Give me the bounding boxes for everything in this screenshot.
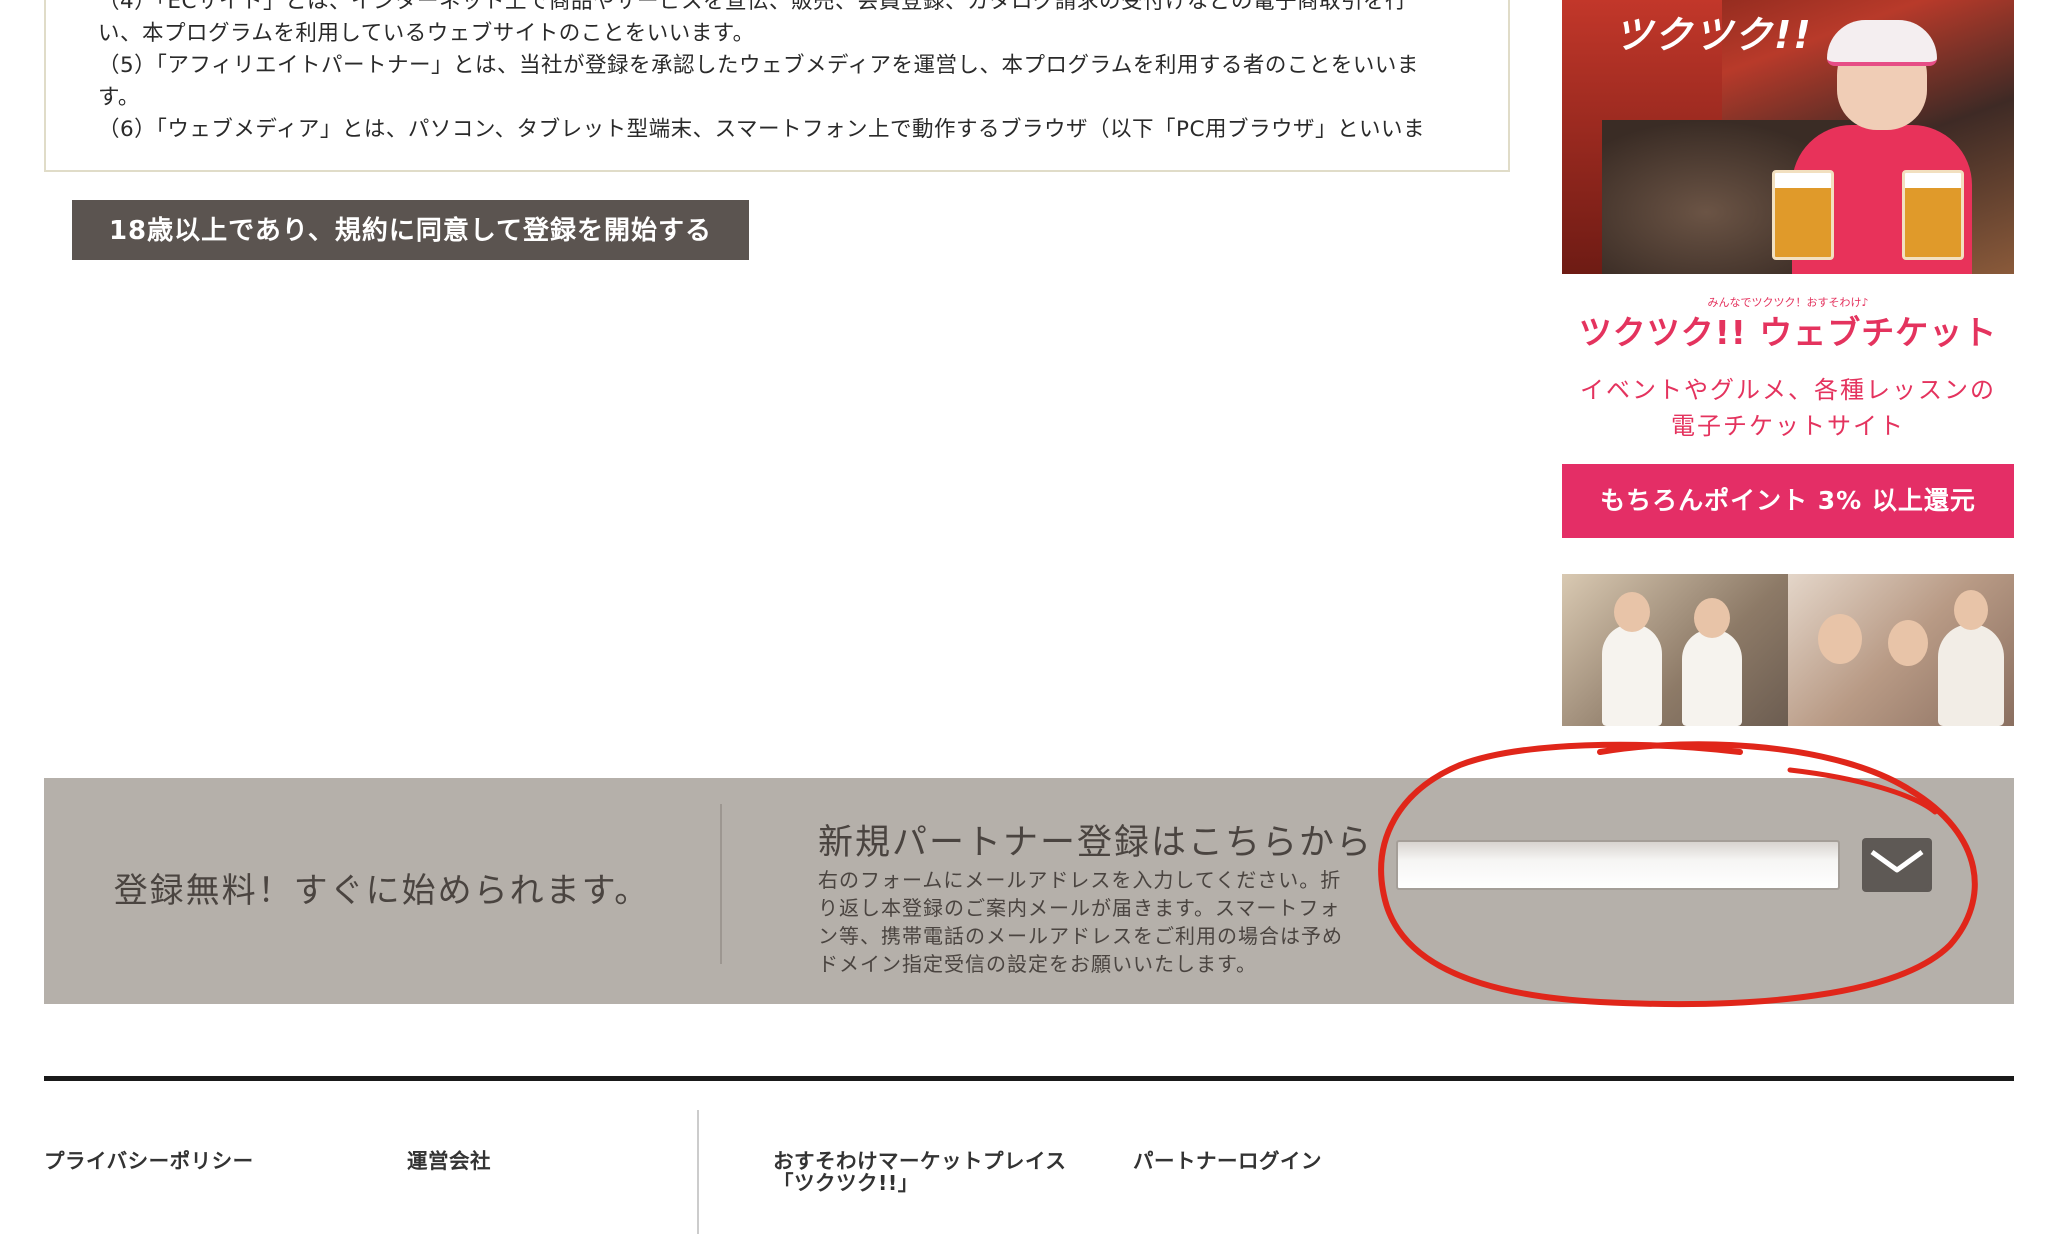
terms-line: い、本プログラムを利用しているウェブサイトのことをいいます。: [98, 21, 755, 46]
ad-tagline: 電子チケットサイト: [1671, 412, 1905, 440]
diner-face: [1818, 614, 1862, 664]
ad-points-banner: もちろんポイント 3% 以上還元: [1562, 464, 2014, 538]
agree-start-registration-button[interactable]: 18歳以上であり、規約に同意して登録を開始する: [72, 200, 749, 260]
staff-face: [1614, 592, 1650, 632]
ad-text-area: みんなでツクツク！おすそわけ♪ ツクツク!! ウェブチケット イベントやグルメ、…: [1562, 274, 2014, 464]
terms-scroll-box[interactable]: （4）「ECサイト」とは、インターネット上で商品やサービスを宣伝、販売、会員登録…: [44, 0, 1510, 172]
ad-tagline: イベントやグルメ、各種レッスンの: [1580, 376, 1996, 404]
registration-title: 新規パートナー登録はこちらから: [818, 823, 1374, 863]
terms-line: （6）「ウェブメディア」とは、パソコン、タブレット型端末、スマートフォン上で動作…: [98, 117, 1425, 142]
footer-link-partner-login[interactable]: パートナーログイン: [1133, 1150, 1322, 1172]
email-input[interactable]: [1396, 840, 1840, 890]
divider: [720, 804, 722, 964]
waiter-figure: [1938, 624, 2004, 726]
ad-staff-photo: [1562, 574, 1788, 726]
server-bandana: [1827, 20, 1937, 66]
beer-mug-icon: [1902, 170, 1964, 260]
footer-link-marketplace[interactable]: おすそわけマーケットプレイス「ツクツク!!」: [773, 1150, 1073, 1194]
terms-line: （4）「ECサイト」とは、インターネット上で商品やサービスを宣伝、販売、会員登録…: [98, 0, 1408, 14]
staff-figure: [1682, 629, 1742, 726]
terms-text: （4）「ECサイト」とは、インターネット上で商品やサービスを宣伝、販売、会員登録…: [98, 0, 1498, 146]
registration-band: 登録無料！すぐに始められます。 新規パートナー登録はこちらから 右のフォームにメ…: [44, 778, 2014, 1004]
ad-photo-strip: [1562, 574, 2014, 726]
ad-logo-text: ツクツク!!: [1614, 13, 1813, 57]
footer-link-company[interactable]: 運営会社: [407, 1150, 491, 1172]
footer-link-privacy[interactable]: プライバシーポリシー: [44, 1150, 254, 1172]
ad-diners-photo: [1788, 574, 2014, 726]
staff-face: [1694, 598, 1730, 638]
mail-icon: [1865, 841, 1929, 889]
terms-line: （5）「アフィリエイトパートナー」とは、当社が登録を承認したウェブメディアを運営…: [98, 53, 1419, 78]
waiter-face: [1954, 590, 1988, 630]
send-email-button[interactable]: [1862, 838, 1932, 892]
free-registration-text: 登録無料！すぐに始められます。: [113, 871, 651, 911]
beer-mug-icon: [1772, 170, 1834, 260]
registration-description: 右のフォームにメールアドレスを入力してください。折り返し本登録のご案内メールが届…: [818, 868, 1343, 976]
diner-face: [1888, 620, 1928, 666]
footer-rule: [44, 1076, 2014, 1081]
terms-line: す。: [98, 85, 140, 110]
ad-brand: ツクツク!! ウェブチケット: [1578, 313, 1998, 352]
staff-figure: [1602, 624, 1662, 726]
ad-hero-photo: ツクツク!!: [1562, 0, 2014, 274]
footer-divider: [697, 1110, 699, 1234]
